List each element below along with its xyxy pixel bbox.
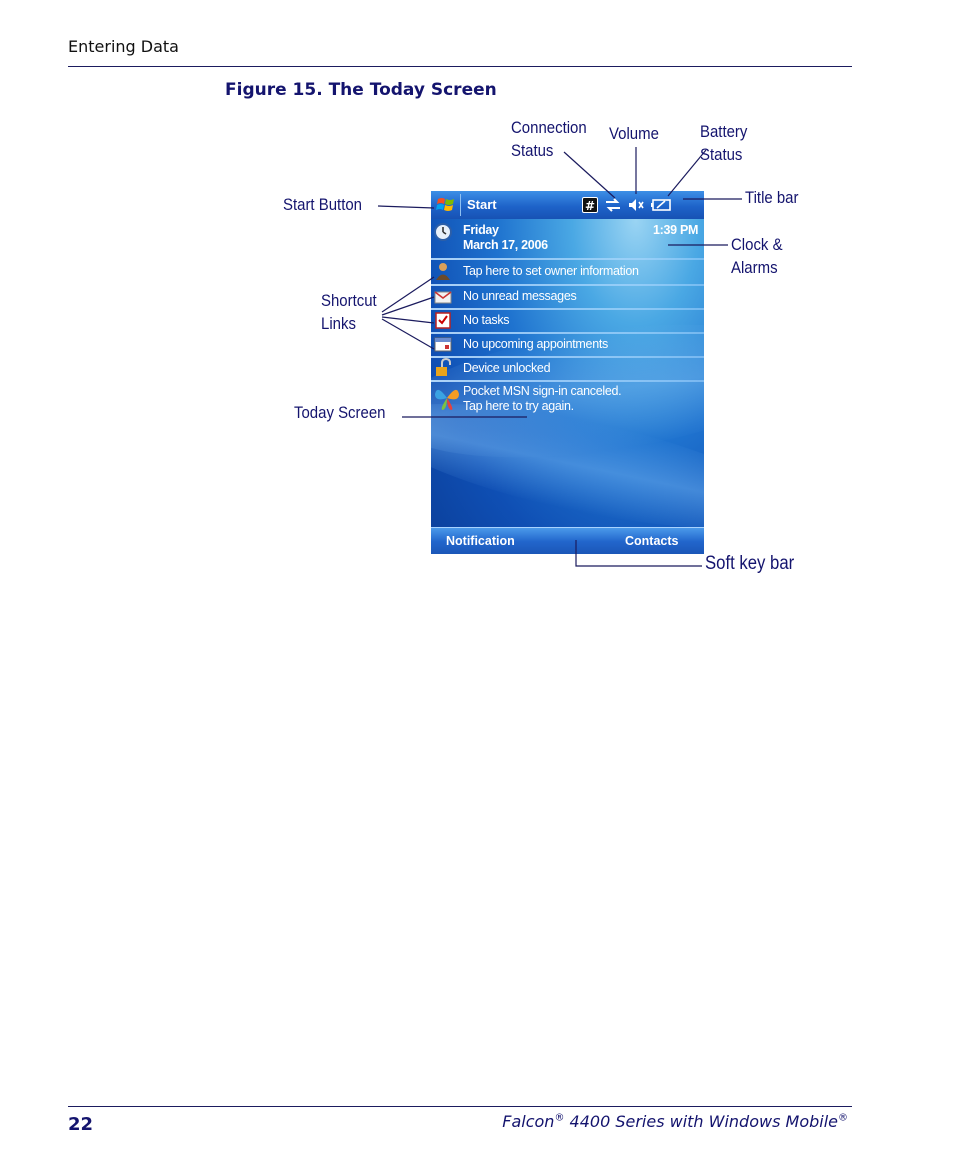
page-number: 22 [68, 1114, 94, 1135]
msn-line-1: Pocket MSN sign-in canceled. [463, 384, 622, 398]
calendar-icon [434, 337, 452, 352]
list-item-owner[interactable]: Tap here to set owner information [431, 261, 704, 283]
padlock-icon [436, 358, 451, 376]
date-day: Friday [463, 223, 499, 237]
msn-line-2: Tap here to try again. [463, 399, 574, 413]
callout-leaders [377, 147, 742, 567]
envelope-icon [434, 291, 452, 304]
registered-mark: ® [554, 1112, 565, 1124]
volume-icon[interactable] [627, 196, 645, 214]
clock-time: 1:39 PM [653, 223, 699, 237]
title-separator [460, 194, 461, 216]
callout-start-button: Start Button [283, 195, 363, 214]
callout-soft-key-bar: Soft key bar [705, 553, 795, 574]
start-button[interactable]: Start [467, 197, 497, 212]
list-item-lock[interactable]: Device unlocked [431, 358, 704, 380]
softkey-notification[interactable]: Notification [446, 534, 515, 548]
list-item-label: Tap here to set owner information [463, 264, 639, 278]
owner-icon [436, 263, 450, 280]
connection-status-icon[interactable] [604, 196, 622, 214]
list-item-label: No tasks [463, 313, 510, 327]
footer-rule [68, 1106, 852, 1107]
today-screen: Start # Friday March 17, 2006 1:39 PM Ta… [431, 191, 704, 554]
list-item-label: No unread messages [463, 289, 577, 303]
header-rule [68, 66, 852, 67]
callout-title-bar: Title bar [745, 188, 799, 207]
list-item-msn[interactable]: Pocket MSN sign-in canceled. Tap here to… [431, 382, 704, 418]
list-item-messages[interactable]: No unread messages [431, 286, 704, 308]
list-item-appointments[interactable]: No upcoming appointments [431, 334, 704, 356]
soft-key-bar: Notification Contacts [431, 527, 704, 554]
callout-battery-status: Battery Status [700, 122, 748, 164]
list-item-label: Device unlocked [463, 361, 551, 375]
registered-mark: ® [838, 1112, 848, 1124]
tasks-icon [435, 312, 451, 329]
running-header: Entering Data [68, 37, 179, 56]
callout-today-screen: Today Screen [294, 403, 386, 422]
msn-butterfly-icon [435, 389, 459, 410]
figure-title: Figure 15. The Today Screen [225, 80, 497, 100]
list-item-label: No upcoming appointments [463, 337, 608, 351]
list-item-tasks[interactable]: No tasks [431, 310, 704, 332]
footer-title-part: 4400 Series with Windows Mobile [564, 1112, 838, 1131]
softkey-contacts[interactable]: Contacts [625, 534, 678, 548]
callout-volume: Volume [609, 124, 659, 143]
footer-title-part: Falcon [502, 1112, 555, 1131]
callout-connection-status: Connection Status [511, 118, 587, 160]
clock-icon [434, 223, 452, 241]
input-mode-icon[interactable]: # [582, 197, 598, 213]
windows-start-icon[interactable] [435, 194, 457, 216]
title-bar: Start # [431, 191, 704, 219]
clock-row[interactable]: Friday March 17, 2006 1:39 PM [431, 220, 704, 258]
footer-title: Falcon® 4400 Series with Windows Mobile® [502, 1112, 848, 1131]
callout-shortcut-links: Shortcut Links [321, 291, 377, 333]
date-full: March 17, 2006 [463, 238, 548, 252]
battery-status-icon[interactable] [650, 196, 672, 214]
row-divider [431, 258, 704, 260]
callout-clock-alarms: Clock & Alarms [731, 235, 783, 277]
